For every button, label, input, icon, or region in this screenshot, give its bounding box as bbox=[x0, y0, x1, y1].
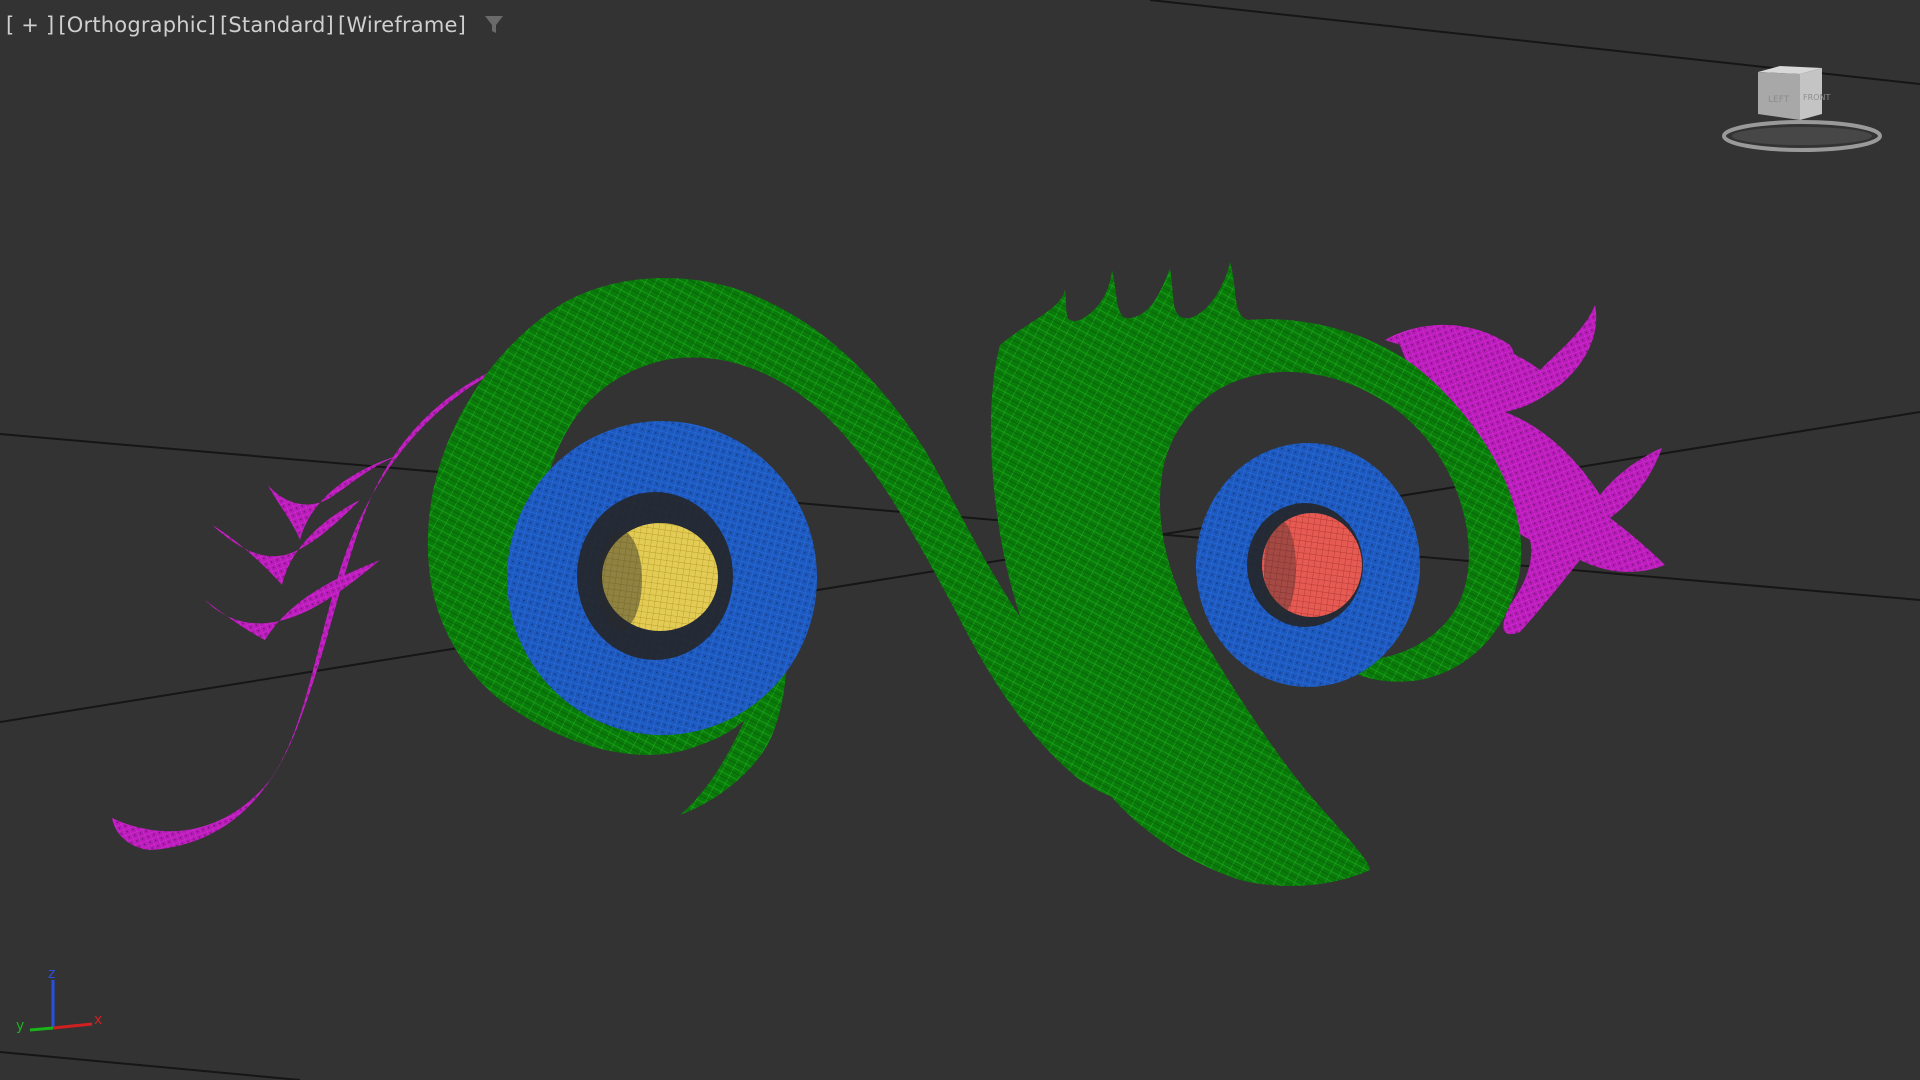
viewport-shading-quality-menu[interactable]: [Standard] bbox=[218, 13, 336, 37]
viewport-general-menu[interactable]: [ + ] bbox=[4, 13, 56, 37]
pov-menu-label: Orthographic bbox=[66, 13, 208, 37]
yellow-sphere[interactable] bbox=[598, 523, 718, 631]
magenta-flame-right[interactable] bbox=[1385, 305, 1665, 635]
viewcube-face-front[interactable]: FRONT bbox=[1803, 93, 1830, 102]
y-axis-line bbox=[29, 1026, 54, 1032]
general-menu-label: + bbox=[21, 13, 40, 37]
viewport-label: [ + ] [Orthographic] [Standard] [Wirefra… bbox=[4, 10, 506, 40]
quality-menu-label: Standard bbox=[228, 13, 326, 37]
axis-tripod: z x y bbox=[16, 968, 102, 1034]
funnel-icon[interactable] bbox=[482, 13, 506, 37]
scene-canvas[interactable] bbox=[0, 0, 1920, 1080]
x-axis-label: x bbox=[94, 1012, 102, 1028]
shading-menu-label: Wireframe bbox=[346, 13, 458, 37]
red-sphere[interactable] bbox=[1262, 513, 1362, 617]
y-axis-label: y bbox=[16, 1018, 24, 1034]
viewcube[interactable]: LEFT FRONT bbox=[1718, 62, 1886, 158]
x-axis-line bbox=[52, 1022, 93, 1030]
viewcube-face-left[interactable]: LEFT bbox=[1768, 95, 1790, 105]
viewport-3d[interactable]: [ + ] [Orthographic] [Standard] [Wirefra… bbox=[0, 0, 1920, 1080]
viewport-shading-menu[interactable]: [Wireframe] bbox=[336, 13, 468, 37]
z-axis-label: z bbox=[48, 968, 55, 982]
viewport-pov-menu[interactable]: [Orthographic] bbox=[56, 13, 218, 37]
